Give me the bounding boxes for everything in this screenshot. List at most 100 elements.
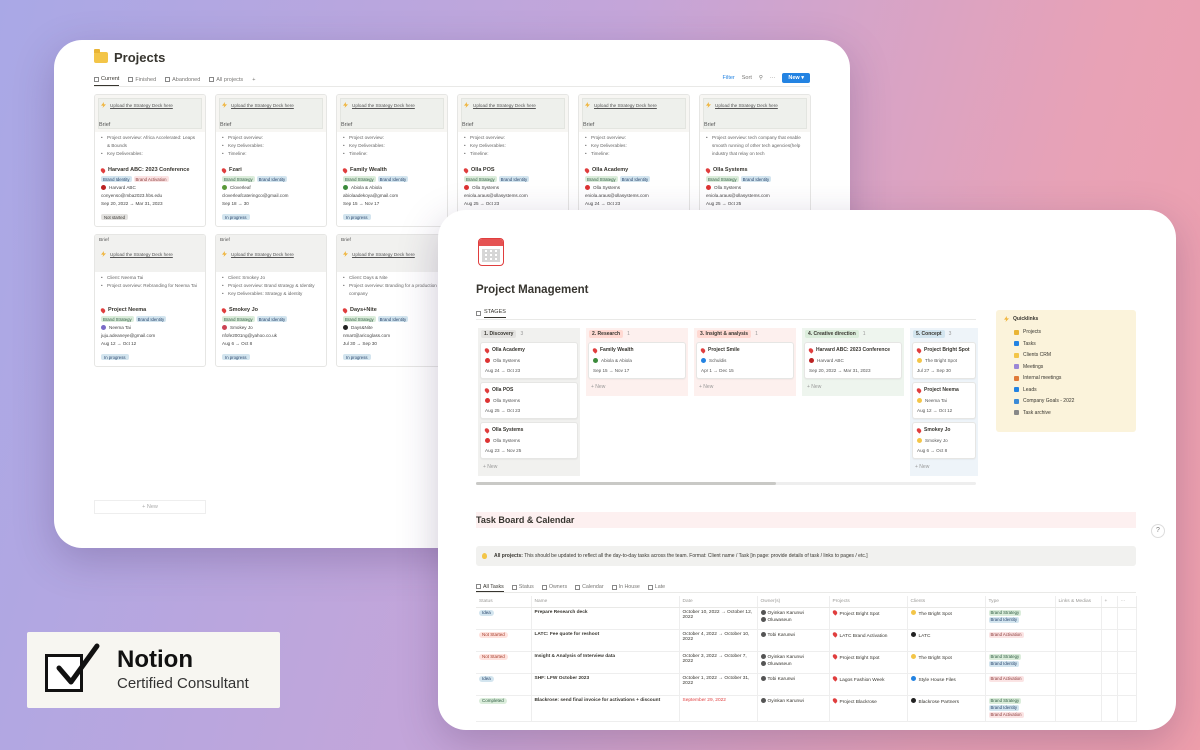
- column-header[interactable]: ···: [1117, 596, 1137, 608]
- status-pill[interactable]: Idea: [479, 609, 494, 616]
- upload-strategy-link[interactable]: Upload the Strategy Deck here: [101, 102, 173, 108]
- status-pill[interactable]: Not Started: [479, 653, 508, 660]
- status-pill[interactable]: Not Started: [479, 631, 508, 638]
- table-row[interactable]: Not Started Insight & Analysis of Intervi…: [476, 651, 1137, 674]
- brief-bullet: Key Deliverables: Strategy & identity: [222, 290, 320, 298]
- column-header[interactable]: +: [1101, 596, 1118, 608]
- upload-strategy-link[interactable]: Upload the Strategy Deck here: [222, 102, 294, 108]
- quicklink-company-goals-2022[interactable]: Company Goals - 2022: [1014, 398, 1128, 404]
- quicklink-task-archive[interactable]: Task archive: [1014, 410, 1128, 416]
- column-header[interactable]: Links & Medias: [1055, 596, 1102, 608]
- tab-late[interactable]: Late: [647, 582, 665, 592]
- project-card[interactable]: Upload the Strategy Deck here Brief Client…: [336, 234, 448, 367]
- column-header[interactable]: Owner(s): [757, 596, 830, 608]
- brief-bullet: Timeline:: [585, 150, 683, 158]
- upload-strategy-link[interactable]: Upload the Strategy Deck here: [343, 251, 415, 257]
- project-card[interactable]: Upload the Strategy Deck here Brief Projec…: [94, 94, 206, 227]
- column-header[interactable]: Name: [531, 596, 680, 608]
- column-new-button[interactable]: + New: [586, 382, 688, 392]
- upload-strategy-link[interactable]: Upload the Strategy Deck here: [343, 102, 415, 108]
- quicklink-projects[interactable]: Projects: [1014, 329, 1128, 335]
- table-row[interactable]: Idea SHF: LFW October 2023 October 1, 2022…: [476, 673, 1137, 696]
- empty-cell: [1055, 651, 1102, 674]
- more-icon[interactable]: ···: [770, 75, 776, 81]
- owner-cell: Oyinkan Karunwi Oluwaseun: [757, 651, 830, 674]
- project-card[interactable]: Upload the Strategy Deck here Brief Projec…: [578, 94, 690, 227]
- table-row[interactable]: Not Started LATC: Fee quote for reshoot Oc…: [476, 629, 1137, 652]
- gallery-new-button[interactable]: + New: [94, 500, 206, 514]
- column-header[interactable]: Date: [679, 596, 758, 608]
- column-new-button[interactable]: + New: [802, 382, 904, 392]
- name-cell[interactable]: Prepare Research deck: [531, 607, 680, 630]
- column-header[interactable]: Type: [985, 596, 1056, 608]
- tab-current[interactable]: Current: [94, 73, 120, 86]
- column-header[interactable]: Status: [476, 596, 532, 608]
- status-pill[interactable]: Idea: [479, 675, 494, 682]
- project-card[interactable]: Upload the Strategy Deck here Brief Projec…: [457, 94, 569, 227]
- empty-cell: [1101, 673, 1118, 696]
- card-cover: Upload the Strategy Deck here Brief: [337, 235, 447, 272]
- project-card[interactable]: Upload the Strategy Deck here Brief Projec…: [215, 94, 327, 227]
- quicklink-leads[interactable]: Leads: [1014, 387, 1128, 393]
- name-cell[interactable]: LATC: Fee quote for reshoot: [531, 629, 680, 652]
- board-card[interactable]: Project Neema Neema Tai Aug 12 → Oct 12: [912, 382, 976, 419]
- quicklink-tasks[interactable]: Tasks: [1014, 341, 1128, 347]
- upload-strategy-link[interactable]: Upload the Strategy Deck here: [585, 102, 657, 108]
- name-cell[interactable]: Insight & Analysis of Interview data: [531, 651, 680, 674]
- column-new-button[interactable]: + New: [478, 462, 580, 472]
- tab-all-projects[interactable]: All projects: [209, 73, 243, 86]
- tab-finished[interactable]: Finished: [128, 73, 156, 86]
- board-card[interactable]: Olla POS Olla Systems Aug 25 → Oct 23: [480, 382, 578, 419]
- upload-strategy-link[interactable]: Upload the Strategy Deck here: [222, 251, 294, 257]
- name-cell[interactable]: Blackrose: send final invoice for activa…: [531, 695, 680, 722]
- upload-strategy-link[interactable]: Upload the Strategy Deck here: [464, 102, 536, 108]
- filter-button[interactable]: Filter: [723, 75, 735, 81]
- project-card[interactable]: Upload the Strategy Deck here Brief Client…: [94, 234, 206, 367]
- board-card[interactable]: Olla Systems Olla Systems Aug 23 → Nov 25: [480, 422, 578, 459]
- owner: Oluwaseun: [760, 661, 826, 667]
- stages-tab[interactable]: STAGES: [476, 308, 976, 320]
- board-card[interactable]: Project Smile Schuldis Apr 1 → Dec 15: [696, 342, 794, 379]
- column-new-button[interactable]: + New: [694, 382, 796, 392]
- tab-in-house[interactable]: In House: [611, 582, 640, 592]
- card-tags: Brand Identity Brand Activation: [101, 176, 199, 182]
- upload-strategy-link[interactable]: Upload the Strategy Deck here: [101, 251, 173, 257]
- column-header[interactable]: Clients: [907, 596, 986, 608]
- column-new-button[interactable]: + New: [910, 462, 978, 472]
- add-view-button[interactable]: +: [252, 73, 255, 86]
- project-card[interactable]: Upload the Strategy Deck here Brief Client…: [215, 234, 327, 367]
- sort-button[interactable]: Sort: [742, 75, 752, 81]
- pin-icon: [99, 306, 107, 314]
- quicklink-internal-meetings[interactable]: Internal meetings: [1014, 375, 1128, 381]
- name-cell[interactable]: SHF: LFW October 2023: [531, 673, 680, 696]
- upload-strategy-link[interactable]: Upload the Strategy Deck here: [706, 102, 778, 108]
- board-card[interactable]: Olla Academy Olla Systems Aug 24 → Oct 23: [480, 342, 578, 379]
- tab-status[interactable]: Status: [511, 582, 534, 592]
- column-count: 3: [520, 330, 524, 337]
- tab-abandoned[interactable]: Abandoned: [165, 73, 200, 86]
- card-client: Abiola & Abiola: [343, 185, 441, 190]
- new-button[interactable]: New ▾: [782, 73, 810, 83]
- search-icon[interactable]: ⚲: [759, 75, 763, 81]
- tab-calendar[interactable]: Calendar: [575, 582, 604, 592]
- board-card[interactable]: Harvard ABC: 2023 Conference Harvard ABC S…: [804, 342, 902, 379]
- quicklink-meetings[interactable]: Meetings: [1014, 364, 1128, 370]
- quicklink-clients-crm[interactable]: Clients CRM: [1014, 352, 1128, 358]
- table-row[interactable]: Idea Prepare Research deck October 10, 202…: [476, 607, 1137, 630]
- board-card[interactable]: Project Bright Spot The Bright Spot Jul 27…: [912, 342, 976, 379]
- status-pill[interactable]: Completed: [479, 697, 507, 704]
- project-card[interactable]: Upload the Strategy Deck here Brief Projec…: [336, 94, 448, 227]
- card-dates: Aug 6 → Oct 8: [222, 341, 253, 346]
- card-client: Days&Nite: [343, 325, 441, 330]
- column-header[interactable]: Projects: [829, 596, 908, 608]
- project-card[interactable]: Upload the Strategy Deck here Brief Projec…: [699, 94, 811, 227]
- board-card[interactable]: Family Wealth Abiola & Abiola Sep 15 → Nov…: [588, 342, 686, 379]
- board-card[interactable]: Smokey Jo Smokey Jo Aug 6 → Oct 8: [912, 422, 976, 459]
- tab-all-tasks[interactable]: All Tasks: [476, 582, 504, 592]
- board-scrollbar[interactable]: [476, 482, 976, 485]
- tab-owners[interactable]: Owners: [541, 582, 567, 592]
- card-cover: Upload the Strategy Deck here Brief: [216, 235, 326, 272]
- empty-cell: [1055, 607, 1102, 630]
- help-button[interactable]: ?: [1151, 524, 1165, 538]
- table-row[interactable]: Completed Blackrose: send final invoice f…: [476, 695, 1137, 722]
